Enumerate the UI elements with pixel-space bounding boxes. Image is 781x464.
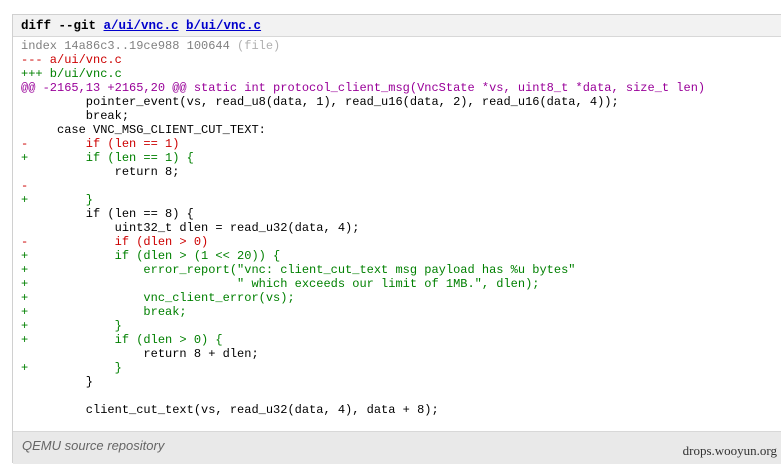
diff-lines: pointer_event(vs, read_u8(data, 1), read… <box>21 95 705 417</box>
added-line: + vnc_client_error(vs); <box>21 291 295 305</box>
repository-caption: QEMU source repository <box>22 438 165 453</box>
added-line: + if (dlen > (1 << 20)) { <box>21 249 281 263</box>
watermark: drops.wooyun.org <box>682 443 777 458</box>
diff-view: diff --git a/ui/vnc.c b/ui/vnc.c index 1… <box>12 14 781 464</box>
index-text: index 14a86c3..19ce988 100644 <box>21 39 230 53</box>
context-line <box>21 389 705 403</box>
minus-file-line: --- a/ui/vnc.c <box>21 53 122 67</box>
context-line: return 8 + dlen; <box>21 347 259 361</box>
plus-file-line: +++ b/ui/vnc.c <box>21 67 122 81</box>
file-b-link[interactable]: b/ui/vnc.c <box>186 19 261 33</box>
added-line: + " which exceeds our limit of 1MB.", dl… <box>21 277 540 291</box>
diff-header: diff --git a/ui/vnc.c b/ui/vnc.c <box>13 15 781 37</box>
index-line: index 14a86c3..19ce988 100644 (file) <box>21 39 705 53</box>
removed-line: - <box>21 179 29 193</box>
added-line: + error_report("vnc: client_cut_text msg… <box>21 263 576 277</box>
removed-line: - if (dlen > 0) <box>21 235 209 249</box>
added-line: + break; <box>21 305 187 319</box>
context-line: pointer_event(vs, read_u8(data, 1), read… <box>21 95 619 109</box>
diff-command: diff --git <box>21 19 104 33</box>
added-line: + if (dlen > 0) { <box>21 333 223 347</box>
added-line: + } <box>21 361 122 375</box>
context-line: break; <box>21 109 130 123</box>
added-line: + if (len == 1) { <box>21 151 194 165</box>
context-line: case VNC_MSG_CLIENT_CUT_TEXT: <box>21 123 266 137</box>
file-a-link[interactable]: a/ui/vnc.c <box>104 19 179 33</box>
hunk-header: @@ -2165,13 +2165,20 @@ static int proto… <box>21 81 706 95</box>
context-line: uint32_t dlen = read_u32(data, 4); <box>21 221 360 235</box>
context-line: if (len == 8) { <box>21 207 194 221</box>
removed-line: - if (len == 1) <box>21 137 180 151</box>
context-line: return 8; <box>21 165 180 179</box>
context-line: client_cut_text(vs, read_u32(data, 4), d… <box>21 403 439 417</box>
footer-bar: QEMU source repository <box>13 431 781 464</box>
diff-code: index 14a86c3..19ce988 100644 (file) ---… <box>21 39 705 417</box>
added-line: + } <box>21 193 94 207</box>
added-line: + } <box>21 319 122 333</box>
index-file-link[interactable]: (file) <box>237 39 280 53</box>
context-line: } <box>21 375 94 389</box>
